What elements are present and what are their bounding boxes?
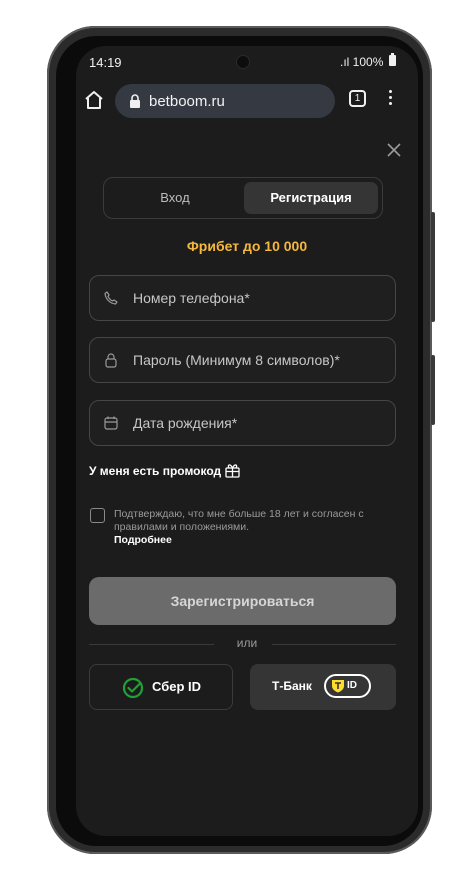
- status-signal: .ıl 100%: [340, 55, 384, 69]
- tbank-id-text: ID: [347, 680, 357, 691]
- consent-text-block: Подтверждаю, что мне больше 18 лет и сог…: [114, 508, 374, 547]
- consent-checkbox[interactable]: [90, 508, 105, 523]
- power-button: [431, 355, 435, 425]
- browser-toolbar: betboom.ru 1: [76, 76, 418, 126]
- volume-button: [431, 212, 435, 322]
- password-placeholder: Пароль (Минимум 8 символов)*: [133, 352, 340, 368]
- phone-icon: [103, 290, 119, 306]
- phone-screen: 14:19 .ıl 100% betboom.ru 1 Вход Регистр…: [76, 46, 418, 836]
- battery-icon: [389, 53, 396, 66]
- freebet-title: Фрибет до 10 000: [186, 238, 308, 254]
- tab-register[interactable]: Регистрация: [244, 182, 378, 214]
- tbank-label: Т-Банк: [272, 679, 312, 693]
- address-bar[interactable]: betboom.ru: [115, 84, 335, 118]
- menu-icon[interactable]: [382, 90, 398, 110]
- birthdate-field[interactable]: Дата рождения*: [89, 400, 396, 446]
- front-camera: [237, 56, 249, 68]
- calendar-icon: [103, 415, 119, 431]
- auth-tabs: Вход Регистрация: [103, 177, 383, 219]
- status-bar: 14:19 .ıl 100%: [76, 46, 418, 76]
- tabs-icon[interactable]: 1: [349, 90, 366, 107]
- divider-text: или: [236, 636, 258, 650]
- tbank-id-badge: ID: [324, 674, 371, 698]
- gift-icon[interactable]: [224, 462, 241, 479]
- home-icon[interactable]: [82, 88, 106, 112]
- status-time: 14:19: [89, 55, 122, 70]
- padlock-icon: [103, 352, 119, 368]
- password-field[interactable]: Пароль (Минимум 8 символов)*: [89, 337, 396, 383]
- register-button[interactable]: Зарегистрироваться: [89, 577, 396, 625]
- tab-login[interactable]: Вход: [108, 182, 242, 214]
- birthdate-placeholder: Дата рождения*: [133, 415, 238, 431]
- tbank-shield-icon: [331, 679, 345, 693]
- consent-text: Подтверждаю, что мне больше 18 лет и сог…: [114, 508, 364, 533]
- consent-more-link[interactable]: Подробнее: [114, 534, 374, 547]
- sber-id-button[interactable]: Сбер ID: [89, 664, 233, 710]
- close-icon[interactable]: [386, 142, 402, 158]
- tbank-id-button[interactable]: Т-Банк ID: [250, 664, 396, 710]
- lock-icon: [128, 94, 142, 108]
- address-text: betboom.ru: [149, 93, 225, 110]
- phone-field[interactable]: Номер телефона*: [89, 275, 396, 321]
- sber-id-label: Сбер ID: [152, 679, 202, 694]
- promo-code-toggle[interactable]: У меня есть промокод: [89, 464, 221, 478]
- phone-placeholder: Номер телефона*: [133, 290, 250, 306]
- sber-logo-icon: [122, 677, 144, 699]
- divider-right: [272, 644, 396, 645]
